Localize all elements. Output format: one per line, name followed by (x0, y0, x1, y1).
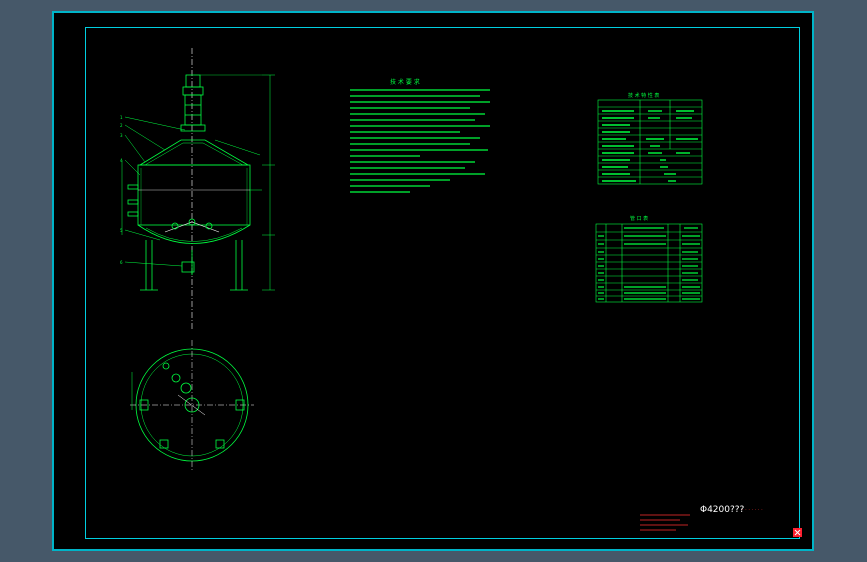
tech-requirements (350, 89, 490, 193)
svg-text:2: 2 (120, 123, 123, 128)
shell (137, 164, 251, 226)
title-block-text: Φ4200??? (700, 505, 745, 515)
part-numbers: 1 2 3 4 5 6 (120, 115, 123, 265)
tech-requirements-heading: 技 术 要 求 (390, 78, 420, 86)
nozzle-text (598, 227, 700, 300)
svg-text:3: 3 (120, 133, 123, 138)
svg-text:4: 4 (120, 158, 123, 163)
corner-close-icon[interactable] (793, 528, 802, 537)
svg-text:1: 1 (120, 115, 123, 120)
vessel-plan (130, 340, 254, 470)
title-block-red-note: · · · · · · · (742, 507, 763, 513)
top-head (138, 139, 250, 166)
drive-column (184, 94, 202, 126)
vessel-elevation (121, 48, 275, 330)
cad-drawing: 1 2 3 4 5 6 技 术 要 求 技 术 特 性 表 管 口 表 (120, 48, 703, 531)
svg-text:5: 5 (120, 228, 123, 233)
nozzle-heading: 管 口 表 (630, 215, 648, 222)
tech-spec-text (602, 110, 698, 182)
tech-spec-table (597, 99, 703, 185)
bottom-head (137, 224, 251, 244)
svg-text:6: 6 (120, 260, 123, 265)
reducer (182, 86, 204, 96)
tech-spec-heading: 技 术 特 性 表 (628, 92, 659, 99)
motor (185, 74, 201, 88)
title-block (640, 514, 690, 531)
